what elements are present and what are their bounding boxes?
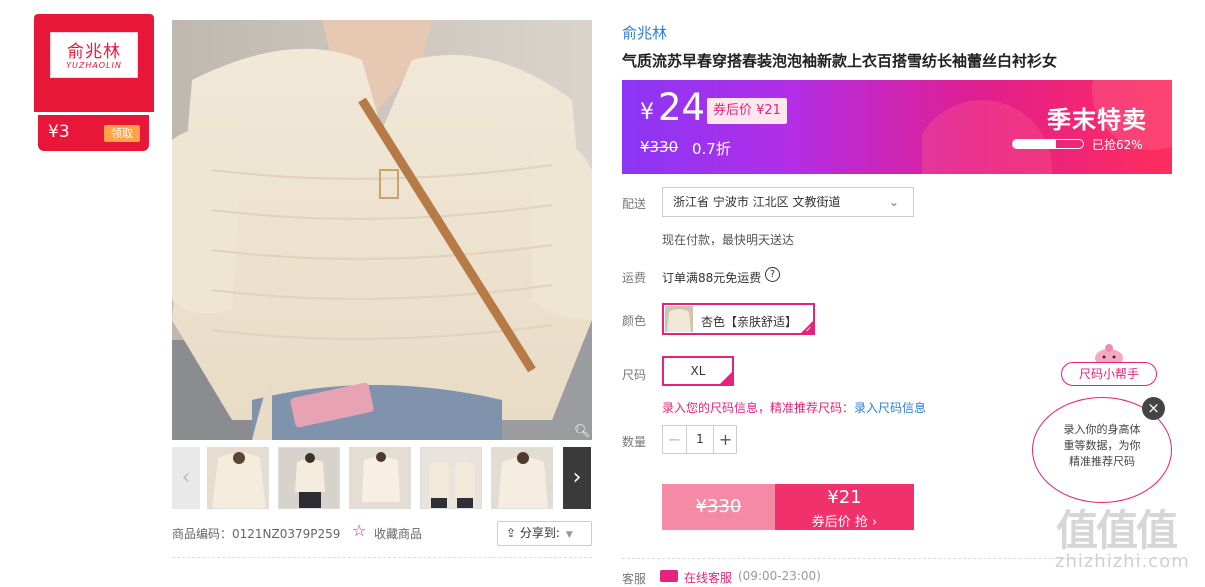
size-info-link[interactable]: 录入尺码信息 xyxy=(854,401,926,415)
sold-progress-fill xyxy=(1013,140,1057,148)
price-panel: ¥ 24 券后价 ¥21 ¥330 0.7折 季末特卖 已抢62% xyxy=(622,80,1172,174)
size-label: 尺码 xyxy=(622,368,647,382)
quantity-minus-button[interactable]: − xyxy=(663,426,687,453)
check-icon: ✓ xyxy=(805,325,812,334)
discount-rate: 0.7折 xyxy=(692,140,731,158)
share-label: 分享到: xyxy=(519,526,560,540)
thumbnail-illustration xyxy=(492,448,552,508)
thumbnail-item[interactable] xyxy=(349,447,411,509)
brand-link[interactable]: 俞兆林 xyxy=(622,22,667,43)
promo-title: 季末特卖 xyxy=(1047,106,1147,134)
shop-logo-en: YUZHAOLIN xyxy=(66,61,122,70)
chat-icon[interactable] xyxy=(660,570,678,582)
thumbnail-illustration xyxy=(421,448,481,508)
main-product-image[interactable] xyxy=(172,20,592,440)
current-price: 24 xyxy=(658,86,706,129)
size-hint: 录入您的尺码信息，精准推荐尺码：录入尺码信息 xyxy=(662,399,926,416)
size-option-label: XL xyxy=(690,364,706,378)
quantity-input[interactable]: 1 xyxy=(688,426,712,453)
shop-logo-cn: 俞兆林 xyxy=(67,42,121,62)
color-option-selected[interactable]: 杏色【亲肤舒适】 ✓ xyxy=(662,303,815,335)
main-product-illustration xyxy=(172,20,592,440)
swatch-illustration xyxy=(665,306,693,332)
thumbnail-item[interactable] xyxy=(420,447,482,509)
thumbnail-illustration xyxy=(279,448,339,508)
sold-progress-text: 已抢62% xyxy=(1092,138,1143,152)
thumbnail-item[interactable] xyxy=(491,447,553,509)
buy-with-coupon-button[interactable]: ¥21 券后价 抢 › xyxy=(775,484,914,530)
service-hours: (09:00-23:00) xyxy=(738,569,821,583)
thumbnail-item[interactable] xyxy=(278,447,340,509)
shipping-label: 运费 xyxy=(622,271,647,285)
thumbnail-illustration xyxy=(208,448,268,508)
delivery-address-value: 浙江省 宁波市 江北区 文教街道 xyxy=(673,195,841,209)
size-helper-line: 重等数据，为你 xyxy=(1063,439,1141,452)
shop-logo[interactable]: 俞兆林 YUZHAOLIN xyxy=(50,32,138,78)
divider xyxy=(172,557,592,558)
after-coupon-badge: 券后价 ¥21 xyxy=(707,98,787,124)
watermark-logo: 值值值 xyxy=(1056,506,1178,555)
size-option-selected[interactable]: XL ✓ xyxy=(662,356,734,386)
thumbnail-next-arrow[interactable]: › xyxy=(563,447,591,509)
watermark-text: zhizhizhi.com xyxy=(1055,551,1190,572)
share-icon: ⇪ xyxy=(506,526,520,540)
thumbnail-item[interactable] xyxy=(207,447,269,509)
size-helper-line: 精准推荐尺码 xyxy=(1069,455,1135,468)
color-option-label: 杏色【亲肤舒适】 xyxy=(701,315,798,329)
shipping-text: 订单满88元免运费 xyxy=(662,271,762,285)
buy-coupon-label: 券后价 抢 › xyxy=(811,515,878,530)
zoom-search-icon[interactable]: 🔍︎ xyxy=(574,424,591,439)
buy-original-price-button[interactable]: ¥330 xyxy=(662,484,775,530)
close-icon[interactable]: × xyxy=(1142,397,1165,420)
delivery-label: 配送 xyxy=(622,197,647,211)
coupon-amount: ¥3 xyxy=(48,122,70,142)
chevron-down-icon: ⌄ xyxy=(888,195,899,209)
product-title: 气质流苏早春穿搭春装泡泡袖新款上衣百搭雪纺长袖蕾丝白衬衫女 xyxy=(622,52,1058,70)
thumbnail-illustration xyxy=(350,448,410,508)
color-swatch-image xyxy=(665,306,693,332)
coupon-take-button[interactable]: 领取 xyxy=(104,125,140,142)
size-helper-line: 录入你的身高体 xyxy=(1063,423,1141,436)
star-icon[interactable]: ☆ xyxy=(352,521,366,540)
check-icon: ✓ xyxy=(724,367,731,376)
favorite-button[interactable]: 收藏商品 xyxy=(374,525,422,542)
original-price: ¥330 xyxy=(640,138,679,156)
size-helper-tag[interactable]: 尺码小帮手 xyxy=(1061,362,1157,386)
color-label: 颜色 xyxy=(622,314,647,328)
delivery-note: 现在付款，最快明天送达 xyxy=(662,233,795,247)
thumbnail-prev-arrow[interactable]: ‹ xyxy=(172,447,200,509)
sold-progress-bar xyxy=(1012,139,1084,149)
chevron-down-icon: ▼ xyxy=(565,530,573,540)
quantity-plus-button[interactable]: + xyxy=(713,426,737,453)
help-icon[interactable]: ? xyxy=(765,267,780,282)
size-hint-text: 录入您的尺码信息，精准推荐尺码： xyxy=(662,401,855,415)
shop-coupon: ¥3 领取 xyxy=(38,115,149,151)
share-button[interactable]: ⇪ 分享到: ▼ xyxy=(497,521,592,546)
quantity-label: 数量 xyxy=(622,435,647,449)
price-currency: ¥ xyxy=(640,100,654,125)
buy-coupon-price: ¥21 xyxy=(827,487,862,508)
quantity-stepper: − 1 + xyxy=(662,425,737,454)
delivery-address-select[interactable]: 浙江省 宁波市 江北区 文教街道 ⌄ xyxy=(662,187,914,217)
product-code: 商品编码：0121NZ0379P259 xyxy=(172,527,341,541)
online-service-link[interactable]: 在线客服 xyxy=(684,569,732,586)
